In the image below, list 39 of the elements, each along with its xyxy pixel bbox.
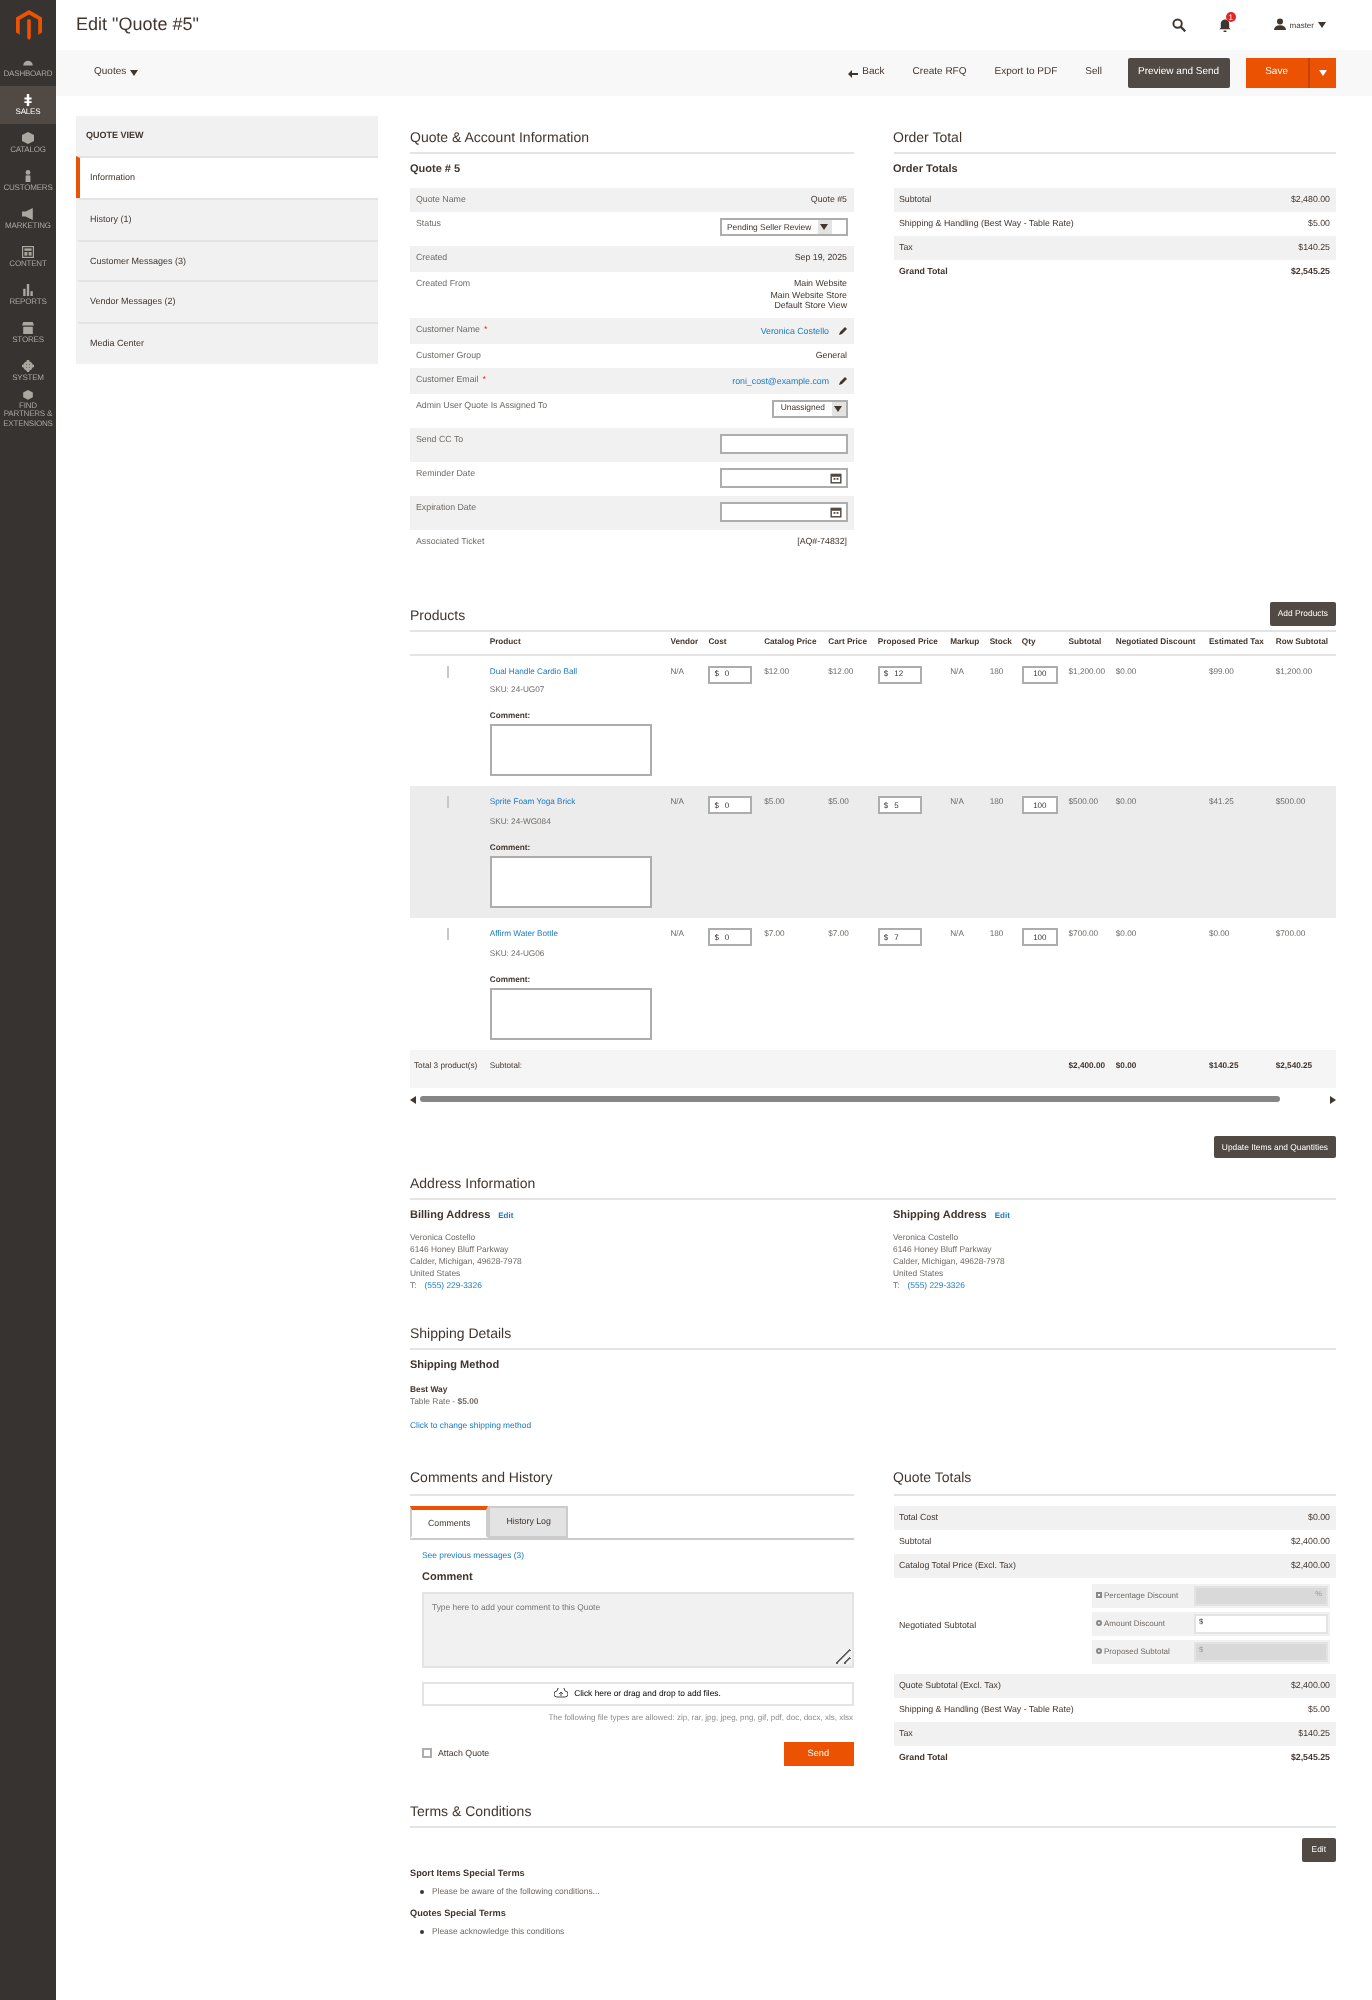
layout-icon [22,245,34,258]
arrow-left-icon [848,69,859,77]
caret-icon [1318,70,1328,76]
bar-chart-icon [22,283,34,296]
user-icon [1273,18,1286,31]
comment-field[interactable] [489,856,652,909]
bell-icon[interactable] [1217,17,1232,32]
caret-icon [130,70,139,76]
drag-handle-icon[interactable] [445,665,450,677]
date-field[interactable] [719,501,847,522]
dashboard-icon [22,55,34,68]
search-icon[interactable] [1171,17,1186,32]
megaphone-icon [22,207,34,220]
caret-icon [1318,21,1326,28]
scrollbar-thumb[interactable] [420,1096,1281,1103]
upload-icon [554,1688,569,1699]
calendar-icon[interactable] [829,471,841,484]
caret-icon [820,224,829,231]
caret-icon [834,405,842,412]
scroll-right-icon[interactable] [1330,1095,1336,1104]
save-options-button[interactable] [1308,58,1336,88]
drag-handle-icon[interactable] [445,928,450,941]
logo-icon[interactable] [15,9,41,39]
store-icon [22,321,34,334]
dollar-icon [22,93,34,106]
pencil-icon[interactable] [837,325,847,336]
calendar-icon[interactable] [829,505,841,518]
drag-handle-icon[interactable] [445,796,450,809]
text-field[interactable] [719,433,847,454]
scroll-left-icon[interactable] [410,1095,416,1104]
date-field[interactable] [719,467,847,488]
comment-field[interactable] [489,988,652,1041]
box-icon [22,390,34,400]
person-icon [22,169,34,182]
pencil-icon[interactable] [837,375,847,386]
comment-field[interactable] [489,724,652,777]
cube-icon [22,131,34,144]
page-title: Edit "Quote #5" [76,14,199,36]
gear-icon [22,359,34,372]
